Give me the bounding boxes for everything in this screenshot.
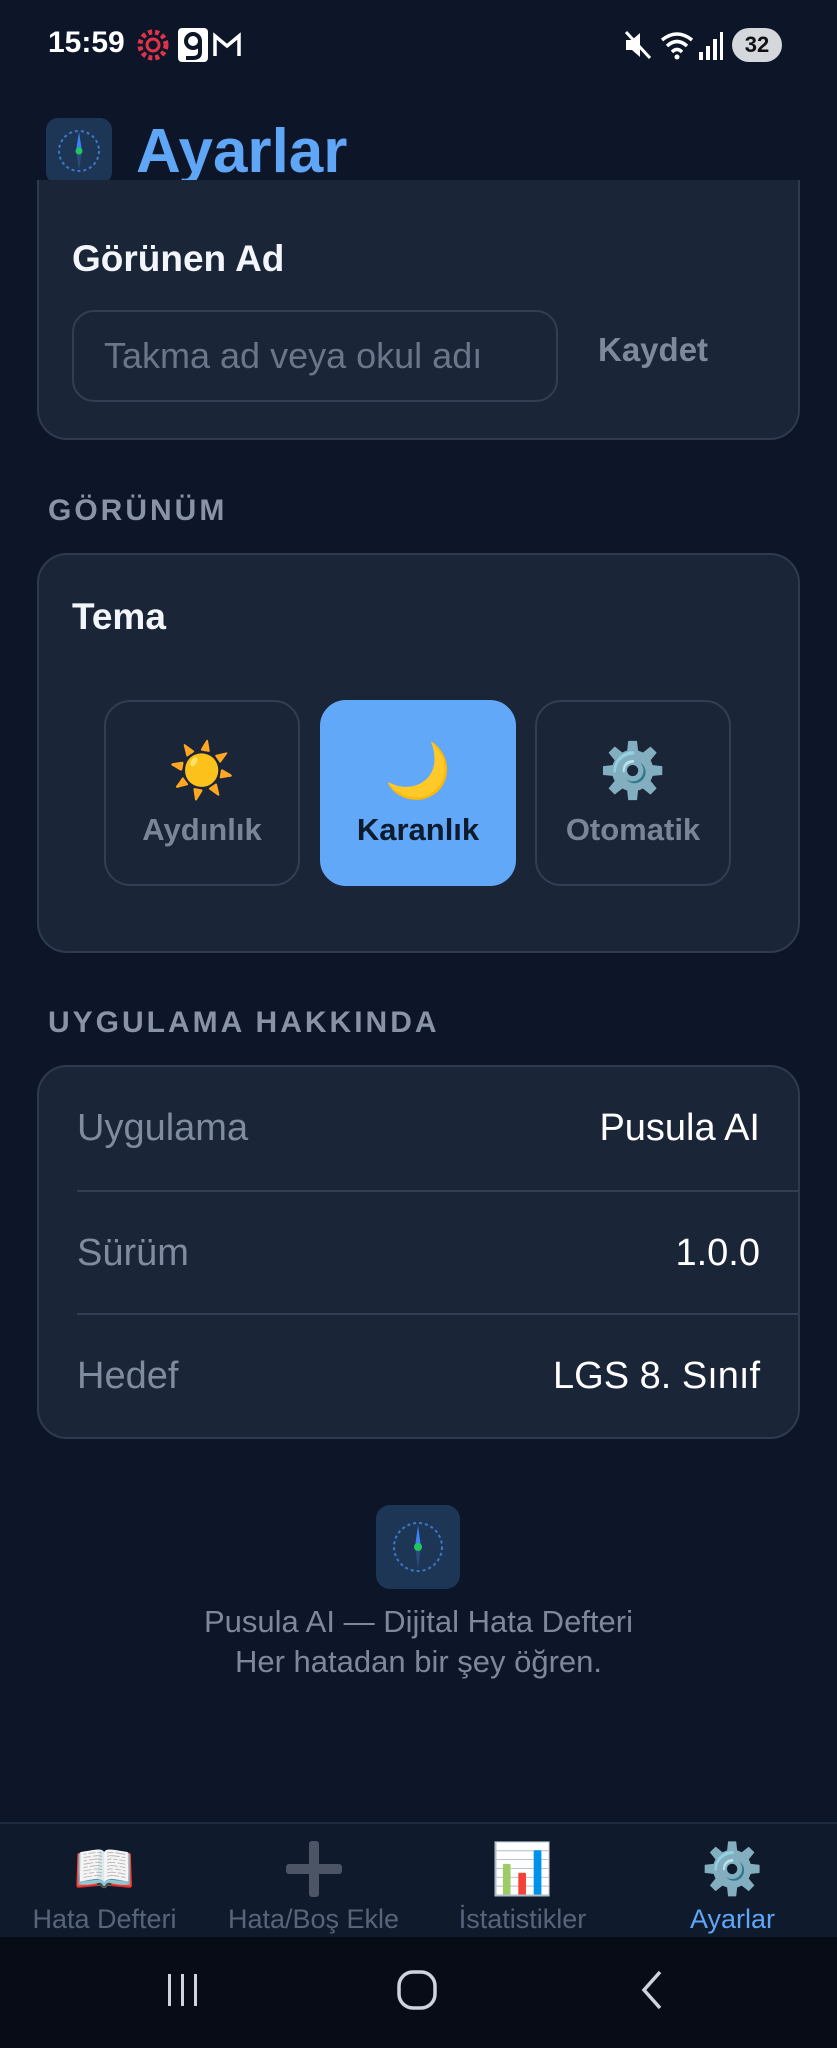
battery-indicator: 32 xyxy=(732,28,782,62)
theme-label: Tema xyxy=(72,596,166,637)
gear-icon: ⚙️ xyxy=(599,741,667,801)
about-section-label: UYGULAMA HAKKINDA xyxy=(48,1006,440,1039)
status-time: 15:59 xyxy=(48,26,125,59)
sun-icon: ☀️ xyxy=(168,741,236,801)
home-button[interactable] xyxy=(377,1955,457,2025)
footer-motto: Her hatadan bir şey öğren. xyxy=(234,1644,603,1679)
nav-label: Hata Defteri xyxy=(32,1904,177,1934)
theme-option-label: Otomatik xyxy=(565,812,701,847)
gear-icon: ⚙️ xyxy=(701,1840,764,1897)
chart-icon: 📊 xyxy=(491,1840,554,1897)
app-logo xyxy=(46,118,112,184)
compass-icon xyxy=(393,1522,443,1572)
theme-option-label: Karanlık xyxy=(356,812,480,847)
save-button[interactable]: Kaydet xyxy=(592,330,714,370)
recent-apps-icon xyxy=(168,1974,197,2006)
home-icon xyxy=(397,1970,437,2010)
about-value: LGS 8. Sınıf xyxy=(553,1355,760,1397)
book-icon: 📖 xyxy=(73,1840,136,1897)
about-value: Pusula AI xyxy=(599,1107,760,1149)
nav-label: İstatistikler xyxy=(458,1904,587,1934)
about-row-version: Sürüm 1.0.0 xyxy=(77,1192,760,1315)
gmail-icon xyxy=(213,32,241,56)
compass-icon xyxy=(58,130,100,172)
appearance-section-label: GÖRÜNÜM xyxy=(48,494,228,527)
about-row-target: Hedef LGS 8. Sınıf xyxy=(77,1315,760,1438)
about-key: Uygulama xyxy=(77,1107,249,1149)
theme-option-auto[interactable]: ⚙️ Otomatik xyxy=(535,700,731,886)
about-key: Hedef xyxy=(77,1355,179,1397)
g-app-icon xyxy=(178,28,208,62)
theme-option-dark[interactable]: 🌙 Karanlık xyxy=(320,700,516,886)
about-row-app: Uygulama Pusula AI xyxy=(77,1067,760,1190)
nav-item-error-book[interactable]: 📖 Hata Defteri xyxy=(0,1840,209,1935)
display-name-input[interactable] xyxy=(72,310,558,402)
gear-badge-icon xyxy=(137,29,169,61)
plus-icon xyxy=(284,1839,344,1899)
footer-tagline: Pusula AI — Dijital Hata Defteri xyxy=(203,1604,633,1639)
wifi-icon xyxy=(660,32,694,60)
theme-option-light[interactable]: ☀️ Aydınlık xyxy=(104,700,300,886)
theme-option-label: Aydınlık xyxy=(142,812,262,847)
about-value: 1.0.0 xyxy=(675,1232,760,1274)
back-icon xyxy=(641,1970,662,2010)
nav-item-statistics[interactable]: 📊 İstatistikler xyxy=(418,1840,627,1935)
footer-logo xyxy=(376,1505,460,1589)
nav-item-settings[interactable]: ⚙️ Ayarlar xyxy=(628,1840,837,1935)
moon-icon: 🌙 xyxy=(384,741,452,801)
back-button[interactable] xyxy=(612,1955,692,2025)
mute-icon xyxy=(624,30,652,60)
nav-label: Ayarlar xyxy=(689,1904,776,1934)
display-name-label: Görünen Ad xyxy=(72,238,285,279)
recent-apps-button[interactable] xyxy=(143,1955,223,2025)
page-title: Ayarlar xyxy=(136,117,348,186)
nav-label: Hata/Boş Ekle xyxy=(227,1904,400,1934)
nav-item-add-error[interactable]: Hata/Boş Ekle xyxy=(209,1840,418,1935)
signal-icon xyxy=(699,32,723,60)
about-key: Sürüm xyxy=(77,1232,189,1274)
